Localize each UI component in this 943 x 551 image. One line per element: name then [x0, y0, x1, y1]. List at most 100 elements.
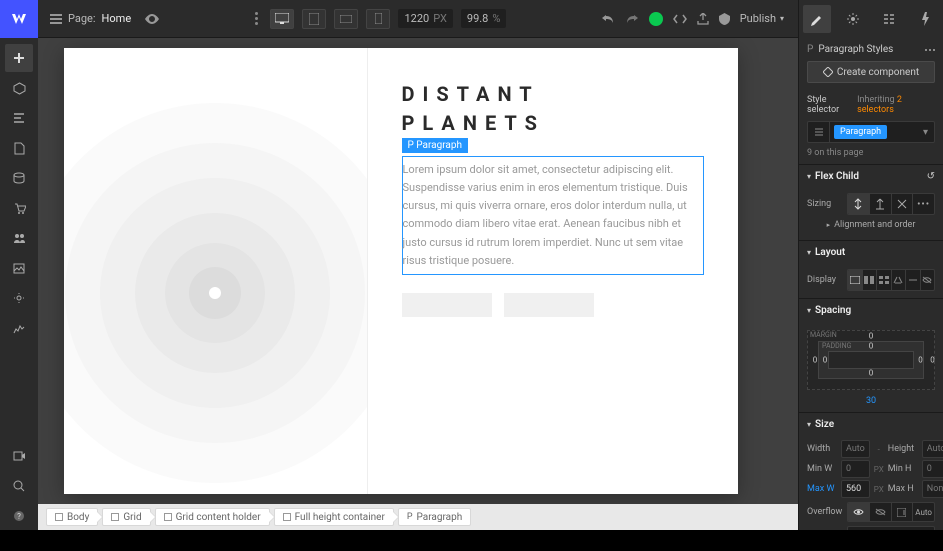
sizing-group: ••• — [847, 193, 935, 215]
selected-paragraph[interactable]: Lorem ipsum dolor sit amet, consectetur … — [402, 156, 705, 275]
display-group — [847, 269, 935, 291]
sizing-more-button[interactable]: ••• — [913, 194, 934, 214]
overflow-group: Auto — [847, 502, 935, 522]
style-selector-label: Style selector — [807, 95, 857, 115]
fit-select[interactable]: Fill — [847, 526, 935, 530]
min-w-input[interactable]: 0 — [841, 460, 870, 478]
display-flex-button[interactable] — [863, 270, 878, 290]
page-heading[interactable]: DISTANT PLANETS — [402, 80, 705, 138]
alignment-order-row[interactable]: ▸Alignment and order — [807, 216, 935, 234]
design-canvas[interactable]: DISTANT PLANETS P Paragraph Lorem ipsum … — [64, 48, 738, 494]
display-none-button[interactable] — [921, 270, 935, 290]
display-block-button[interactable] — [848, 270, 863, 290]
style-tab[interactable] — [803, 5, 831, 33]
section-layout[interactable]: Layout — [815, 247, 935, 258]
display-inlineblock-button[interactable] — [892, 270, 907, 290]
breadcrumb-item-body[interactable]: Body — [46, 508, 98, 526]
code-icon[interactable] — [673, 13, 687, 25]
breadcrumb-item-container[interactable]: Full height container — [274, 508, 394, 526]
placeholder-button-2[interactable] — [504, 293, 594, 317]
ecommerce-button[interactable] — [5, 194, 33, 222]
overflow-scroll-button[interactable] — [892, 503, 914, 521]
display-grid-button[interactable] — [877, 270, 892, 290]
left-page — [64, 48, 367, 494]
drag-handle-icon — [251, 12, 262, 25]
settings-button[interactable] — [5, 284, 33, 312]
tablet-view-button[interactable] — [302, 9, 326, 29]
element-type-icon: P — [807, 44, 813, 55]
max-w-input[interactable]: 560 — [841, 480, 870, 498]
max-h-input[interactable]: None — [922, 480, 943, 498]
height-input[interactable]: Auto — [922, 440, 943, 458]
sizing-grow-button[interactable] — [870, 194, 892, 214]
section-flex-child[interactable]: Flex Child — [815, 171, 923, 182]
inheriting-label[interactable]: Inheriting 2 selectors — [857, 95, 935, 115]
zoom-input[interactable]: 99.8% — [461, 9, 507, 28]
create-component-button[interactable]: Create component — [807, 61, 935, 83]
class-tag[interactable]: Paragraph — [834, 125, 887, 139]
webflow-logo[interactable] — [0, 0, 38, 38]
style-manager-tab[interactable] — [875, 5, 903, 33]
audit-icon[interactable] — [719, 13, 730, 25]
display-inline-button[interactable] — [906, 270, 921, 290]
svg-text:?: ? — [17, 512, 21, 521]
overflow-hidden-button[interactable] — [870, 503, 892, 521]
interactions-tab[interactable] — [911, 5, 939, 33]
page-prefix: Page: — [68, 12, 96, 25]
instance-count: 9 on this page — [799, 146, 943, 165]
desktop-view-button[interactable] — [270, 9, 294, 29]
breadcrumb-item-holder[interactable]: Grid content holder — [155, 508, 270, 526]
add-element-button[interactable] — [5, 44, 33, 72]
reset-icon[interactable]: ↺ — [927, 171, 935, 182]
page-name[interactable]: Home — [102, 12, 132, 25]
margin-bottom-value[interactable]: 30 — [807, 394, 935, 406]
width-input[interactable]: Auto — [841, 440, 870, 458]
viewport-controls: 1220PX 99.8% — [243, 9, 514, 29]
export-icon[interactable] — [697, 13, 709, 25]
top-bar: Page: Home 1220PX 99.8% — [0, 0, 943, 38]
status-indicator — [649, 12, 663, 26]
breadcrumb-item-grid[interactable]: Grid — [102, 508, 150, 526]
spacing-box[interactable]: MARGIN PADDING 0 0 0 0 0 0 0 — [807, 330, 935, 390]
panel-title: Paragraph Styles — [818, 44, 893, 55]
min-h-input[interactable]: 0 — [922, 460, 943, 478]
canvas-width-input[interactable]: 1220PX — [398, 9, 452, 28]
selection-label: P Paragraph — [402, 138, 469, 153]
navigator-button[interactable] — [5, 104, 33, 132]
dropdown-caret-icon: ▾ — [917, 127, 934, 138]
pages-button[interactable] — [5, 134, 33, 162]
cms-button[interactable] — [5, 164, 33, 192]
publish-button[interactable]: Publish ▾ — [740, 12, 784, 25]
selector-state-icon — [808, 122, 830, 142]
undo-icon[interactable] — [601, 13, 615, 25]
redo-icon[interactable] — [625, 13, 639, 25]
app-window: Page: Home 1220PX 99.8% — [0, 0, 943, 530]
right-panel-tabs — [798, 0, 943, 38]
help-button[interactable]: ? — [5, 502, 33, 530]
section-size[interactable]: Size — [815, 419, 935, 430]
search-button[interactable] — [5, 472, 33, 500]
video-button[interactable] — [5, 442, 33, 470]
style-panel: P Paragraph Styles Create component Styl… — [798, 38, 943, 530]
right-page: DISTANT PLANETS P Paragraph Lorem ipsum … — [367, 48, 739, 494]
breadcrumb: Body Grid Grid content holder Full heigh… — [38, 504, 798, 530]
placeholder-button-1[interactable] — [402, 293, 492, 317]
section-spacing[interactable]: Spacing — [815, 305, 935, 316]
panel-more-icon[interactable] — [925, 49, 935, 51]
assets-button[interactable] — [5, 254, 33, 282]
mobile-portrait-button[interactable] — [366, 9, 390, 29]
breadcrumb-item-paragraph[interactable]: PParagraph — [398, 508, 471, 526]
sizing-none-button[interactable] — [892, 194, 914, 214]
mobile-landscape-button[interactable] — [334, 9, 358, 29]
sizing-shrink-button[interactable] — [848, 194, 870, 214]
overflow-visible-button[interactable] — [848, 503, 870, 521]
audit-button[interactable] — [5, 314, 33, 342]
symbols-button[interactable] — [5, 74, 33, 102]
overflow-auto-button[interactable]: Auto — [913, 503, 934, 521]
class-selector-dropdown[interactable]: Paragraph ▾ — [807, 121, 935, 143]
settings-tab[interactable] — [839, 5, 867, 33]
left-tool-rail: ? — [0, 38, 38, 530]
menu-icon[interactable] — [50, 14, 62, 24]
preview-icon[interactable] — [145, 14, 159, 24]
users-button[interactable] — [5, 224, 33, 252]
